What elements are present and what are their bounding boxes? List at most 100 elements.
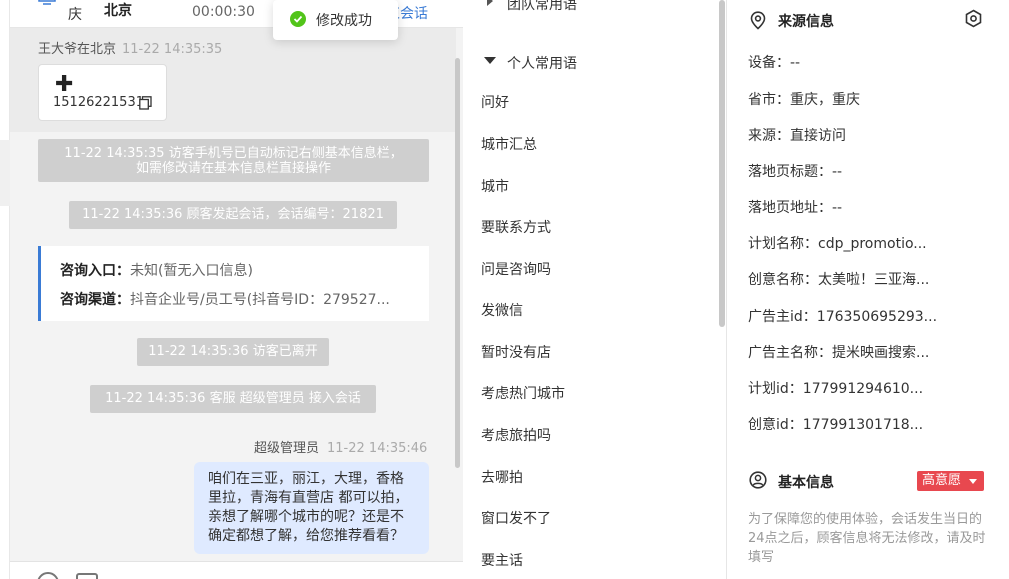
agent-message-line: 确定都想了解，给您推荐看看？ — [208, 528, 404, 544]
copy-icon[interactable] — [139, 96, 152, 110]
field-label: 来源： — [748, 128, 790, 144]
phrases-scrollbar[interactable] — [719, 0, 725, 327]
intent-dropdown[interactable]: 高意愿 — [917, 471, 984, 491]
consult-info-card: 咨询入口：未知(暂无入口信息) 咨询渠道：抖音企业号/员工号(抖音号ID：279… — [38, 246, 429, 321]
chat-panel: 庆 北京 00:00:30 束会话 修改成功 王大爷在北京 11-22 14:35… — [10, 0, 463, 579]
source-field-device: 设备：-- — [748, 52, 800, 72]
field-value: cdp_promotio... — [818, 236, 927, 252]
source-info-card: 来源信息 设备：-- 省市：重庆，重庆 来源：直接访问 落地页标题：-- 落地页… — [727, 0, 1009, 579]
success-toast: 修改成功 — [273, 0, 398, 40]
system-message: 11-22 14:35:36 顾客发起会话，会话编号：21821 — [69, 201, 397, 229]
source-field-origin: 来源：直接访问 — [748, 125, 846, 145]
source-info-title: 来源信息 — [778, 14, 834, 30]
visitor-time: 11-22 14:35:35 — [122, 42, 223, 57]
visitor-message-meta: 王大爷在北京 11-22 14:35:35 — [38, 38, 222, 57]
field-value: -- — [832, 200, 843, 216]
source-field-plan-id: 计划id：177991294610... — [748, 378, 923, 398]
field-value: 太美啦！三亚海... — [818, 272, 930, 288]
chat-scrollbar[interactable] — [455, 58, 460, 468]
agent-time: 11-22 14:35:46 — [327, 441, 428, 456]
agent-message-line: 亲想了解哪个城市的呢？还是不 — [208, 509, 404, 525]
chat-input-toolbar — [10, 561, 463, 579]
consult-entry-label: 咨询入口： — [60, 263, 130, 279]
field-label: 设备： — [748, 55, 790, 71]
field-label: 落地页地址： — [748, 200, 832, 216]
settings-icon[interactable] — [964, 9, 983, 28]
intent-label: 高意愿 — [922, 473, 962, 488]
field-value: 176350695293... — [816, 309, 938, 325]
source-field-landing-title: 落地页标题：-- — [748, 161, 842, 181]
consult-channel-row: 咨询渠道：抖音企业号/员工号(抖音号ID：279527... — [60, 289, 390, 309]
system-message: 11-22 14:35:36 客服 超级管理员 接入会话 — [90, 385, 376, 413]
quick-phrases-panel: 团队常用语 个人常用语 问好 城市汇总 城市 要联系方式 问是咨询吗 发微信 暂… — [463, 0, 727, 579]
phone-card[interactable]: ✚ 15126221531 — [38, 64, 167, 121]
agent-message-meta: 超级管理员 11-22 14:35:46 — [254, 437, 427, 456]
field-value: -- — [790, 55, 801, 71]
phrase-item[interactable]: 暂时没有店 — [481, 342, 551, 362]
field-label: 计划名称： — [748, 236, 818, 252]
field-value: 重庆，重庆 — [790, 92, 860, 108]
phrase-item[interactable]: 问好 — [481, 92, 509, 112]
system-message-line: 11-22 14:35:35 访客手机号已自动标记右侧基本信息栏， — [64, 146, 403, 161]
consult-entry-row: 咨询入口：未知(暂无入口信息) — [60, 260, 253, 280]
image-icon[interactable] — [76, 573, 98, 579]
source-field-advertiser-id: 广告主id：176350695293... — [748, 306, 937, 326]
header-location: 北京 — [104, 3, 132, 19]
personal-phrases-group[interactable]: 个人常用语 — [507, 53, 577, 73]
phrase-item[interactable]: 城市汇总 — [481, 134, 537, 154]
toast-message: 修改成功 — [316, 13, 372, 29]
phrase-item[interactable]: 要联系方式 — [481, 217, 551, 237]
visitor-name: 王大爷在北京 — [38, 42, 117, 57]
caret-down-icon — [969, 479, 977, 484]
left-nav-highlight — [0, 140, 10, 206]
phrase-item[interactable]: 窗口发不了 — [481, 508, 551, 528]
system-message-line: 如需修改请在基本信息栏直接操作 — [135, 161, 331, 176]
source-field-landing-url: 落地页地址：-- — [748, 197, 842, 217]
customer-info-panel: 来源信息 设备：-- 省市：重庆，重庆 来源：直接访问 落地页标题：-- 落地页… — [727, 0, 1009, 579]
agent-message-line: 里拉，青海有直营店 都可以拍， — [208, 490, 409, 506]
field-value: 177991294610... — [802, 381, 924, 397]
field-label: 落地页标题： — [748, 164, 832, 180]
source-field-creative-name: 创意名称：太美啦！三亚海... — [748, 269, 929, 289]
monitor-icon — [38, 0, 56, 5]
agent-message-bubble: 咱们在三亚，丽江，大理，香格 里拉，青海有直营店 都可以拍， 亲想了解哪个城市的… — [194, 462, 429, 554]
phrase-item[interactable]: 发微信 — [481, 300, 523, 320]
chat-timer: 00:00:30 — [192, 4, 255, 20]
check-circle-icon — [290, 11, 306, 27]
basic-info-title: 基本信息 — [778, 475, 834, 491]
expand-arrow-icon[interactable] — [487, 0, 493, 6]
collapse-arrow-icon[interactable] — [484, 57, 496, 64]
phrase-item[interactable]: 城市 — [481, 176, 509, 196]
location-pin-icon — [750, 11, 766, 30]
left-nav-strip — [0, 0, 10, 579]
source-field-creative-id: 创意id：177991301718... — [748, 414, 923, 434]
phrase-item[interactable]: 问是咨询吗 — [481, 259, 551, 279]
source-field-province-city: 省市：重庆，重庆 — [748, 89, 860, 109]
phone-number: 15126221531 — [53, 95, 144, 110]
field-value: 提米映画搜索... — [832, 345, 930, 361]
consult-channel-value: 抖音企业号/员工号(抖音号ID：279527... — [130, 292, 390, 308]
field-value: 177991301718... — [802, 417, 924, 433]
field-value: -- — [832, 164, 843, 180]
phrase-item[interactable]: 去哪拍 — [481, 467, 523, 487]
agent-name: 超级管理员 — [254, 441, 320, 456]
field-label: 创意id： — [748, 417, 803, 433]
field-label: 广告主id： — [748, 309, 817, 325]
field-value: 直接访问 — [790, 128, 846, 144]
emoji-icon[interactable] — [37, 572, 59, 579]
plus-icon: ✚ — [55, 72, 74, 97]
field-label: 计划id： — [748, 381, 803, 397]
system-message: 11-22 14:35:35 访客手机号已自动标记右侧基本信息栏， 如需修改请在… — [38, 139, 429, 182]
phrase-item[interactable]: 考虑旅拍吗 — [481, 425, 551, 445]
agent-message-line: 咱们在三亚，丽江，大理，香格 — [208, 471, 404, 487]
source-field-plan-name: 计划名称：cdp_promotio... — [748, 233, 927, 253]
basic-info-note: 为了保障您的使用体验，会话发生当日的24点之后，顾客信息将无法修改，请及时填写 — [748, 512, 986, 565]
system-message: 11-22 14:35:36 访客已离开 — [137, 338, 329, 366]
phrase-item[interactable]: 考虑热门城市 — [481, 383, 565, 403]
consult-channel-label: 咨询渠道： — [60, 292, 130, 308]
header-city: 庆 — [68, 7, 82, 23]
team-phrases-group[interactable]: 团队常用语 — [507, 0, 577, 14]
source-field-advertiser-name: 广告主名称：提米映画搜索... — [748, 342, 929, 362]
user-circle-icon — [749, 471, 767, 489]
phrase-item[interactable]: 要主话 — [481, 550, 523, 570]
